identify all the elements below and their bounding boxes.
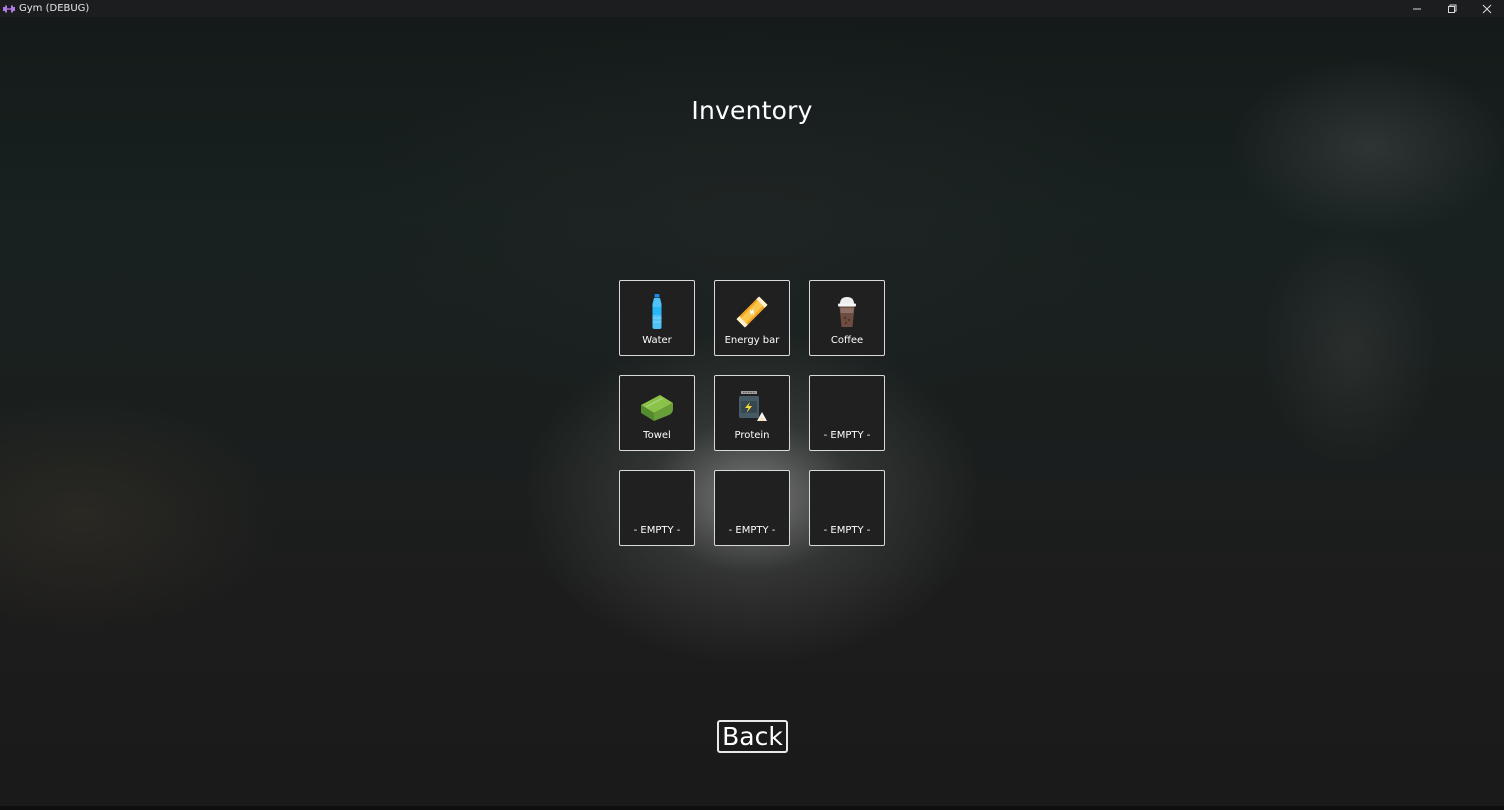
coffee-cup-icon bbox=[810, 293, 884, 331]
slot-label: Energy bar bbox=[724, 335, 780, 346]
inventory-slot-empty[interactable]: - EMPTY - bbox=[809, 375, 885, 451]
inventory-slot-towel[interactable]: Towel bbox=[619, 375, 695, 451]
minimize-icon bbox=[1412, 8, 1421, 9]
back-button[interactable]: Back bbox=[717, 720, 788, 753]
slot-label: Protein bbox=[734, 430, 770, 441]
towel-icon bbox=[620, 388, 694, 426]
close-icon bbox=[1482, 4, 1491, 13]
close-button[interactable] bbox=[1469, 0, 1504, 17]
inventory-slot-empty[interactable]: - EMPTY - bbox=[619, 470, 695, 546]
inventory-slot-empty[interactable]: - EMPTY - bbox=[809, 470, 885, 546]
slot-label: Towel bbox=[643, 430, 671, 441]
slot-label: - EMPTY - bbox=[633, 525, 681, 536]
dumbbell-icon bbox=[3, 3, 15, 15]
inventory-slot-empty[interactable]: - EMPTY - bbox=[714, 470, 790, 546]
window-controls bbox=[1399, 0, 1504, 17]
inventory-slot-water[interactable]: Water bbox=[619, 280, 695, 356]
page-title: Inventory bbox=[691, 96, 813, 125]
title-bar: Gym (DEBUG) bbox=[0, 0, 1504, 17]
minimize-button[interactable] bbox=[1399, 0, 1434, 17]
restore-icon bbox=[1447, 4, 1456, 13]
inventory-grid: Water Energy bar Coffee Towel Protein - … bbox=[619, 280, 886, 547]
energy-bar-icon bbox=[715, 293, 789, 331]
app-window: Gym (DEBUG) Inventory Water Energy bar C… bbox=[0, 0, 1504, 810]
inventory-slot-coffee[interactable]: Coffee bbox=[809, 280, 885, 356]
slot-label: Water bbox=[642, 335, 672, 346]
slot-label: - EMPTY - bbox=[823, 525, 871, 536]
window-title: Gym (DEBUG) bbox=[19, 3, 90, 14]
inventory-slot-energy-bar[interactable]: Energy bar bbox=[714, 280, 790, 356]
protein-tub-icon bbox=[715, 388, 789, 426]
slot-label: - EMPTY - bbox=[823, 430, 871, 441]
restore-button[interactable] bbox=[1434, 0, 1469, 17]
water-bottle-icon bbox=[620, 293, 694, 331]
inventory-slot-protein[interactable]: Protein bbox=[714, 375, 790, 451]
slot-label: Coffee bbox=[830, 335, 864, 346]
bottom-edge bbox=[0, 806, 1504, 810]
slot-label: - EMPTY - bbox=[728, 525, 776, 536]
